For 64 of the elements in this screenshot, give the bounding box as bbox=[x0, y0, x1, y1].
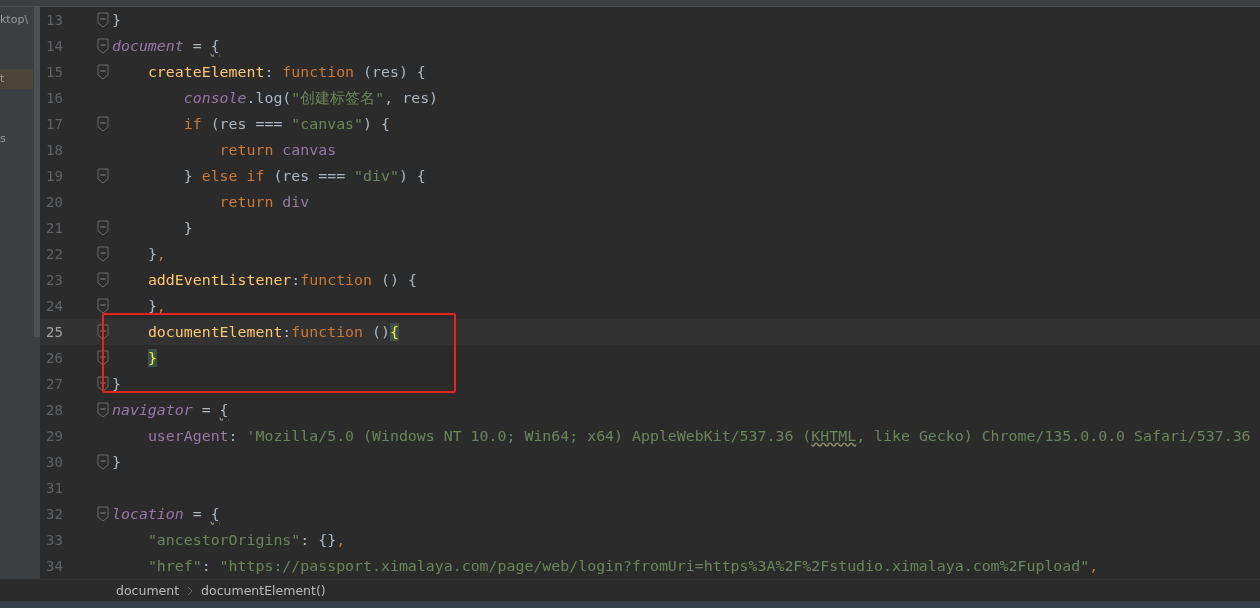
line-number: 24 bbox=[45, 298, 64, 314]
line-number: 30 bbox=[45, 454, 64, 470]
fold-marker-icon[interactable] bbox=[97, 64, 109, 80]
line-number: 17 bbox=[45, 116, 64, 132]
breadcrumb-item[interactable]: document bbox=[116, 583, 180, 598]
line-number: 13 bbox=[45, 12, 64, 28]
code-line: return div bbox=[218, 193, 310, 211]
code-line: } bbox=[182, 219, 193, 237]
line-number: 16 bbox=[45, 90, 64, 106]
fold-marker-icon[interactable] bbox=[97, 454, 109, 470]
code-line: userAgent: 'Mozilla/5.0 (Windows NT 10.0; Win64; x64) AppleWebKit/537.36 (KHTML, like Gecko) Chrome/135.0.0.0 Safari/537.36 bbox=[146, 427, 1251, 445]
code-line: } bbox=[112, 375, 121, 393]
code-line: addEventListener:function () { bbox=[146, 271, 417, 289]
fold-marker-icon[interactable] bbox=[97, 298, 109, 314]
project-tree-item[interactable]: s bbox=[0, 129, 33, 149]
fold-marker-icon[interactable] bbox=[97, 116, 109, 132]
line-number: 32 bbox=[45, 506, 64, 522]
line-number: 23 bbox=[45, 272, 64, 288]
fold-marker-icon[interactable] bbox=[97, 376, 109, 392]
code-line: document = { bbox=[112, 37, 220, 55]
fold-marker-icon[interactable] bbox=[97, 246, 109, 262]
project-tree-item[interactable]: t bbox=[0, 69, 33, 89]
fold-marker-icon[interactable] bbox=[97, 506, 109, 522]
line-number: 18 bbox=[45, 142, 64, 158]
line-number: 28 bbox=[45, 402, 64, 418]
scrollbar[interactable] bbox=[34, 7, 40, 337]
line-number: 26 bbox=[45, 350, 64, 366]
line-number: 27 bbox=[45, 376, 64, 392]
line-number: 19 bbox=[45, 168, 64, 184]
project-tree-item[interactable]: ktop\ bbox=[0, 10, 33, 30]
fold-marker-icon[interactable] bbox=[97, 272, 109, 288]
code-line: } bbox=[112, 11, 121, 29]
line-number: 14 bbox=[45, 38, 64, 54]
fold-marker-icon[interactable] bbox=[97, 220, 109, 236]
code-line: }, bbox=[146, 297, 166, 315]
code-line: location = { bbox=[112, 505, 220, 523]
chevron-icon bbox=[187, 585, 194, 596]
fold-marker-icon[interactable] bbox=[97, 402, 109, 418]
breadcrumb-item[interactable]: documentElement() bbox=[201, 583, 326, 598]
code-line: "href": "https://passport.ximalaya.com/page/web/login?fromUri=https%3A%2F%2Fstudio.ximalaya.com%2Fupload", bbox=[146, 557, 1099, 575]
code-line: return canvas bbox=[218, 141, 337, 159]
fold-marker-icon[interactable] bbox=[97, 350, 109, 366]
code-line: } else if (res === "div") { bbox=[182, 167, 426, 185]
fold-marker-icon[interactable] bbox=[97, 324, 109, 340]
fold-marker-icon[interactable] bbox=[97, 38, 109, 54]
line-number: 25 bbox=[45, 324, 64, 340]
line-number: 31 bbox=[45, 480, 64, 496]
code-line: }, bbox=[146, 245, 166, 263]
code-line: documentElement:function (){ bbox=[146, 323, 399, 341]
line-number: 22 bbox=[45, 246, 64, 262]
code-line: navigator = { bbox=[112, 401, 229, 419]
line-number: 29 bbox=[45, 428, 64, 444]
code-line: "ancestorOrigins": {}, bbox=[146, 531, 346, 549]
fold-marker-icon[interactable] bbox=[97, 12, 109, 28]
line-number: 33 bbox=[45, 532, 64, 548]
code-line: console.log("创建标签名", res) bbox=[182, 88, 439, 108]
line-number: 34 bbox=[45, 558, 64, 574]
line-number: 15 bbox=[45, 64, 64, 80]
code-line: createElement: function (res) { bbox=[146, 63, 426, 81]
code-line: if (res === "canvas") { bbox=[182, 115, 390, 133]
line-number: 20 bbox=[45, 194, 64, 210]
line-number: 21 bbox=[45, 220, 64, 236]
fold-marker-icon[interactable] bbox=[97, 168, 109, 184]
code-line: } bbox=[112, 453, 121, 471]
